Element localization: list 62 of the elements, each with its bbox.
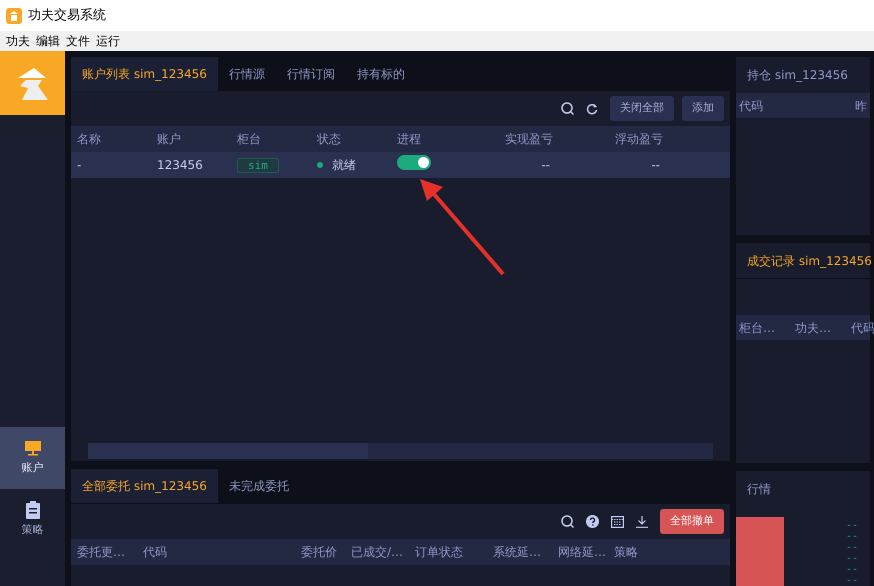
column-header: 已成交/… bbox=[351, 544, 404, 561]
table-cell-text: - bbox=[77, 157, 82, 174]
column-header: 柜台 bbox=[237, 131, 262, 148]
column-header: 名称 bbox=[77, 131, 102, 148]
monitor-icon bbox=[24, 439, 42, 458]
table-cell: -- bbox=[846, 542, 858, 553]
tab[interactable]: 行情源 bbox=[218, 57, 276, 91]
tab[interactable]: 账户列表 sim_123456 bbox=[71, 57, 218, 91]
column-header: 系统延… bbox=[493, 544, 542, 561]
tab[interactable]: 持有标的 bbox=[346, 57, 416, 91]
table-cell: -- bbox=[846, 553, 858, 564]
search-icon[interactable] bbox=[561, 102, 574, 115]
table-cell-text: -- bbox=[650, 157, 661, 174]
table-cell: -- bbox=[846, 520, 858, 531]
column-header: 订单状态 bbox=[415, 544, 464, 561]
scrollbar[interactable] bbox=[88, 443, 713, 459]
tab[interactable]: 全部委托 sim_123456 bbox=[71, 469, 218, 503]
panel-title: 行情 bbox=[747, 481, 771, 498]
close-all-button[interactable]: 关闭全部 bbox=[610, 96, 674, 121]
cancel-all-button[interactable]: 全部撤单 bbox=[660, 509, 724, 534]
table-cell: -- bbox=[846, 575, 858, 586]
column-header: 进程 bbox=[397, 131, 422, 148]
tab[interactable]: 行情订阅 bbox=[276, 57, 346, 91]
clipboard-icon bbox=[24, 501, 40, 520]
table-cell-text: 就绪 bbox=[332, 157, 356, 174]
table-cell: -- bbox=[846, 531, 858, 542]
table-cell: -- bbox=[846, 564, 858, 575]
column-header: 策略 bbox=[614, 544, 639, 561]
column-header: 账户 bbox=[157, 131, 182, 148]
sidebar-item[interactable]: 账户 bbox=[0, 427, 65, 489]
column-header: 代码 bbox=[143, 544, 168, 561]
search-icon[interactable] bbox=[561, 515, 574, 528]
help-icon[interactable] bbox=[586, 515, 599, 528]
calendar-icon[interactable] bbox=[611, 516, 624, 528]
process-toggle[interactable] bbox=[397, 155, 431, 170]
column-header: 网络延… bbox=[558, 544, 607, 561]
menu-item[interactable]: 功夫 bbox=[0, 32, 30, 50]
column-header: 浮动盈亏 bbox=[614, 131, 663, 148]
menu-item[interactable]: 运行 bbox=[90, 32, 120, 50]
refresh-icon[interactable] bbox=[586, 102, 598, 114]
sidebar-item[interactable]: 策略 bbox=[0, 489, 65, 551]
tab[interactable]: 未完成委托 bbox=[218, 469, 300, 503]
column-header: 柜台… bbox=[739, 320, 775, 336]
counter-tag: sim bbox=[237, 158, 279, 173]
menu-item[interactable]: 文件 bbox=[60, 32, 90, 50]
column-header: 委托更… bbox=[77, 544, 126, 561]
menu-item[interactable]: 编辑 bbox=[30, 32, 60, 50]
column-header: 实现盈亏 bbox=[504, 131, 553, 148]
panel-title: 成交记录 sim_123456 bbox=[747, 252, 872, 270]
window-title: 功夫交易系统 bbox=[28, 6, 106, 25]
column-header: 代码 bbox=[739, 98, 763, 114]
column-header: 委托价 bbox=[301, 544, 338, 561]
table-cell-text: 123456 bbox=[157, 157, 204, 174]
app-icon bbox=[6, 8, 22, 24]
column-header: 状态 bbox=[317, 131, 342, 148]
table-cell-text: -- bbox=[540, 157, 551, 174]
panel-title: 持仓 sim_123456 bbox=[747, 67, 848, 84]
column-header: 功夫… bbox=[795, 320, 831, 336]
add-button[interactable]: 添加 bbox=[682, 96, 724, 121]
depth-bar bbox=[736, 517, 784, 586]
download-icon[interactable] bbox=[636, 516, 648, 528]
column-header: 昨 bbox=[855, 98, 867, 114]
